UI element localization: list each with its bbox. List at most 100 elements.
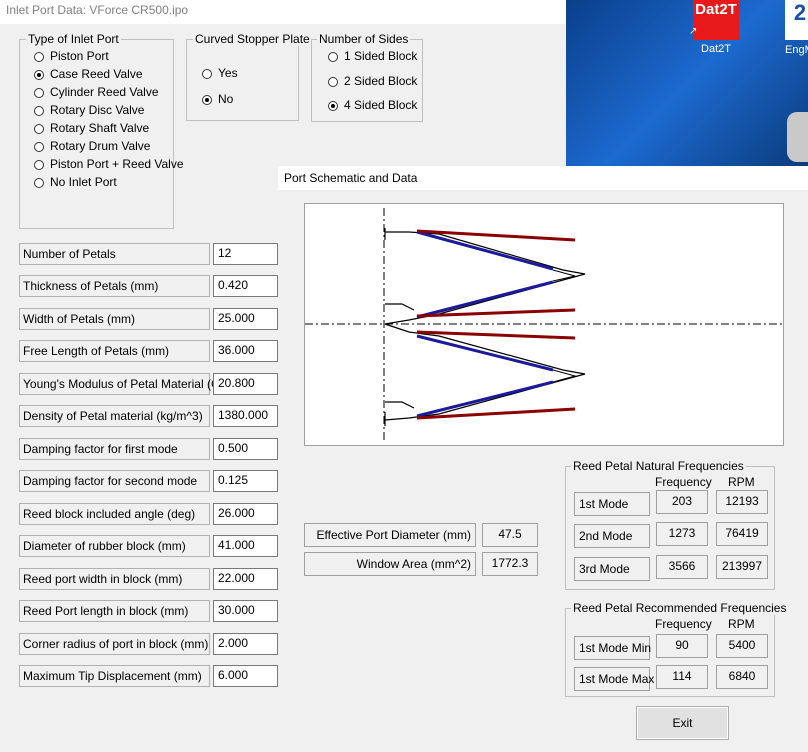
radio-option-label[interactable]: Cylinder Reed Valve (50, 85, 159, 99)
petal-blue-lower-1 (416, 334, 554, 372)
gear-icon[interactable] (787, 112, 808, 162)
curved-stopper-label: Curved Stopper Plate (193, 32, 312, 46)
dialog-titlebar: Port Schematic and Data (278, 166, 808, 190)
radio-option-label[interactable]: No (218, 92, 233, 106)
radio-button[interactable] (34, 52, 44, 62)
parameter-label: Maximum Tip Displacement (mm) (19, 665, 210, 687)
exit-button[interactable]: Exit (636, 706, 729, 740)
window-titlebar: Inlet Port Data: VForce CR500.ipo (0, 0, 566, 24)
window-area-label: Window Area (mm^2) (304, 552, 476, 576)
desktop-background: Dat2T ↗ Dat2T 2 EngM (565, 0, 808, 170)
radio-option-label[interactable]: Yes (218, 66, 238, 80)
mode-label: 1st Mode (574, 492, 650, 516)
frequency-value: 3566 (656, 555, 708, 579)
parameter-input[interactable]: 25.000 (213, 308, 278, 330)
rpm-value: 12193 (716, 490, 768, 514)
radio-option-label[interactable]: Rotary Drum Valve (50, 139, 150, 153)
mode-label: 1st Mode Max (574, 667, 654, 691)
rpm-value: 5400 (716, 634, 768, 658)
curved-stopper-group (186, 39, 299, 121)
rpm-value: 76419 (716, 522, 768, 546)
radio-button[interactable] (328, 101, 338, 111)
parameter-label: Reed Port length in block (mm) (19, 600, 210, 622)
parameter-label: Damping factor for first mode (19, 438, 210, 460)
radio-button[interactable] (34, 106, 44, 116)
recommended-freq-header: Frequency (655, 617, 712, 631)
parameter-input[interactable]: 30.000 (213, 600, 278, 622)
effective-port-diameter-value: 47.5 (482, 523, 538, 547)
natural-rpm-header: RPM (728, 475, 755, 489)
radio-option-label[interactable]: Rotary Shaft Valve (50, 121, 149, 135)
parameter-label: Diameter of rubber block (mm) (19, 535, 210, 557)
parameter-label: Young's Modulus of Petal Material (GPa) (19, 373, 239, 395)
parameter-input[interactable]: 22.000 (213, 568, 278, 590)
frequency-value: 203 (656, 490, 708, 514)
radio-option-label[interactable]: Case Reed Valve (50, 67, 143, 81)
parameter-label: Free Length of Petals (mm) (19, 340, 210, 362)
radio-button[interactable] (34, 88, 44, 98)
recommended-rpm-header: RPM (728, 617, 755, 631)
radio-button[interactable] (34, 70, 44, 80)
frequency-value: 90 (656, 634, 708, 658)
radio-option-label[interactable]: 2 Sided Block (344, 74, 417, 88)
radio-option-label[interactable]: Piston Port (50, 49, 109, 63)
parameter-label: Width of Petals (mm) (19, 308, 210, 330)
radio-button[interactable] (34, 160, 44, 170)
frequency-value: 1273 (656, 522, 708, 546)
dialog-title: Port Schematic and Data (284, 171, 418, 185)
natural-freq-header: Frequency (655, 475, 712, 489)
parameter-label: Density of Petal material (kg/m^3) (19, 405, 210, 427)
parameter-label: Reed block included angle (deg) (19, 503, 210, 525)
radio-option-label[interactable]: Rotary Disc Valve (50, 103, 144, 117)
petal-red-lower-1 (416, 330, 576, 340)
radio-button[interactable] (202, 95, 212, 105)
block-notch (385, 303, 415, 311)
dat2t-app-icon: Dat2T (693, 0, 739, 40)
recommended-frequencies-label: Reed Petal Recommended Frequencies (571, 601, 789, 615)
parameter-input[interactable]: 0.500 (213, 438, 278, 460)
parameter-label: Damping factor for second mode (19, 470, 210, 492)
radio-button[interactable] (328, 76, 338, 87)
parameter-label: Thickness of Petals (mm) (19, 275, 210, 297)
radio-option-label[interactable]: No Inlet Port (50, 175, 117, 189)
parameter-label: Number of Petals (19, 243, 210, 265)
mode-label: 2nd Mode (574, 524, 650, 548)
radio-option-label[interactable]: 1 Sided Block (344, 49, 417, 63)
parameter-label: Corner radius of port in block (mm) (19, 633, 210, 655)
window-area-value: 1772.3 (482, 552, 538, 576)
radio-button[interactable] (328, 52, 338, 62)
parameter-input[interactable]: 20.800 (213, 373, 278, 395)
parameter-input[interactable]: 12 (213, 243, 278, 265)
parameter-input[interactable]: 0.125 (213, 470, 278, 492)
parameter-label: Reed port width in block (mm) (19, 568, 210, 590)
radio-option-label[interactable]: 4 Sided Block (344, 98, 417, 112)
sides-label: Number of Sides (317, 32, 411, 46)
parameter-input[interactable]: 36.000 (213, 340, 278, 362)
shortcut-arrow-icon: ↗ (689, 26, 698, 37)
port-type-label: Type of Inlet Port (26, 32, 121, 46)
rpm-value: 6840 (716, 665, 768, 689)
parameter-input[interactable]: 26.000 (213, 503, 278, 525)
parameter-input[interactable]: 0.420 (213, 275, 278, 297)
frequency-value: 114 (656, 665, 708, 689)
window-title: Inlet Port Data: VForce CR500.ipo (6, 3, 189, 17)
radio-option-label[interactable]: Piston Port + Reed Valve (50, 157, 184, 171)
natural-frequencies-label: Reed Petal Natural Frequencies (571, 459, 746, 473)
port-schematic-dialog: Port Schematic and Data Effective Port D… (278, 166, 808, 752)
block-notch-lower (385, 401, 415, 409)
port-schematic-drawing (304, 203, 784, 446)
parameter-input[interactable]: 2.000 (213, 633, 278, 655)
radio-button[interactable] (202, 69, 212, 79)
desktop-icon-dat2t[interactable]: Dat2T ↗ Dat2T (689, 0, 739, 55)
mode-label: 3rd Mode (574, 557, 650, 581)
desktop-icon-label: EngM (785, 44, 808, 56)
desktop-icon-label: Dat2T (701, 43, 731, 55)
radio-button[interactable] (34, 142, 44, 152)
parameter-input[interactable]: 41.000 (213, 535, 278, 557)
parameter-input[interactable]: 6.000 (213, 665, 278, 687)
engm-app-icon: 2 (785, 0, 808, 40)
parameter-input[interactable]: 1380.000 (213, 405, 278, 427)
radio-button[interactable] (34, 124, 44, 134)
radio-button[interactable] (34, 178, 44, 188)
rpm-value: 213997 (716, 555, 768, 579)
